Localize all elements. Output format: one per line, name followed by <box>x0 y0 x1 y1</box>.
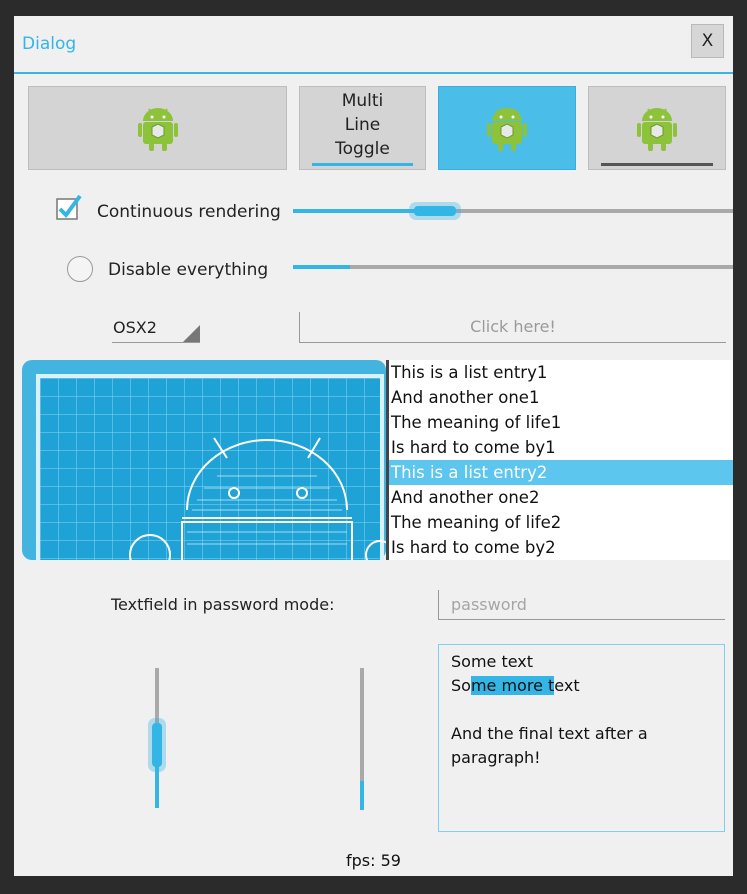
toggle-indicator <box>312 163 413 166</box>
dropdown-arrow-icon <box>183 325 200 342</box>
disable-everything-label: Disable everything <box>108 260 269 280</box>
password-field[interactable]: password <box>438 590 725 620</box>
entry-list[interactable]: This is a list entry1 And another one1 T… <box>386 360 733 560</box>
text-line: paragraph! <box>451 748 541 767</box>
android-toggle-button-active[interactable] <box>438 86 576 170</box>
toggle-label-line: Toggle <box>335 139 390 159</box>
list-item[interactable]: And another one1 <box>389 385 733 410</box>
list-item[interactable]: The meaning of life2 <box>389 510 733 535</box>
text-segment: ext <box>554 676 580 695</box>
list-item-selected[interactable]: This is a list entry2 <box>389 460 733 485</box>
multi-line-toggle-button[interactable]: Multi Line Toggle <box>299 86 426 170</box>
disable-everything-radio[interactable] <box>67 256 93 282</box>
list-item[interactable]: Is hard to come by1 <box>389 435 733 460</box>
password-placeholder: password <box>451 595 527 614</box>
toggle-label-line: Multi <box>341 91 384 111</box>
list-item[interactable]: And another one2 <box>389 485 733 510</box>
scroll-image-panel[interactable] <box>22 360 386 560</box>
text-line: Some text <box>451 652 534 671</box>
vertical-slider-left[interactable] <box>147 668 167 808</box>
slider-knob[interactable] <box>148 718 166 772</box>
continuous-rendering-slider[interactable] <box>293 200 733 222</box>
android-image-button[interactable] <box>28 86 287 170</box>
slider-fill <box>360 781 364 810</box>
skin-select-value: OSX2 <box>113 318 157 337</box>
dialog-titlebar: Dialog X <box>14 16 733 74</box>
close-button[interactable]: X <box>691 24 724 58</box>
empty-line <box>451 698 724 722</box>
text-segment: So <box>451 676 471 695</box>
skin-select[interactable]: OSX2 <box>112 316 200 343</box>
text-line: Some more text <box>451 674 724 698</box>
android-icon <box>137 108 178 151</box>
toggle-label-line: Line <box>344 115 381 135</box>
continuous-rendering-checkbox[interactable] <box>56 194 82 222</box>
slider-knob[interactable] <box>409 202 461 220</box>
toggle-indicator <box>601 163 713 166</box>
fps-counter: fps: 59 <box>346 851 401 870</box>
text-selection: me more t <box>470 676 555 695</box>
android-icon <box>637 108 677 151</box>
dialog-window: Dialog X Multi Line Toggle Continuous re… <box>14 16 733 876</box>
disable-everything-slider[interactable] <box>293 259 733 275</box>
text-line: And the final text after a <box>451 724 648 743</box>
multi-line-toggle-label: Multi Line Toggle <box>335 89 390 161</box>
android-blueprint-image <box>22 360 386 560</box>
password-label: Textfield in password mode: <box>111 595 335 614</box>
list-item[interactable]: The meaning of life1 <box>389 410 733 435</box>
slider-track <box>293 265 733 269</box>
slider-fill <box>293 265 350 269</box>
android-icon <box>487 108 527 151</box>
click-here-field[interactable]: Click here! <box>299 312 726 343</box>
continuous-rendering-label: Continuous rendering <box>97 202 281 222</box>
multiline-text-area[interactable]: Some text Some more text And the final t… <box>438 644 725 832</box>
list-item[interactable]: Is hard to come by2 <box>389 535 733 560</box>
android-toggle-button[interactable] <box>588 86 726 170</box>
checkbox-checked-icon <box>56 194 82 220</box>
vertical-slider-right[interactable] <box>352 668 372 810</box>
list-item[interactable]: This is a list entry1 <box>389 360 733 385</box>
dialog-title: Dialog <box>22 34 77 54</box>
slider-fill <box>293 209 416 213</box>
